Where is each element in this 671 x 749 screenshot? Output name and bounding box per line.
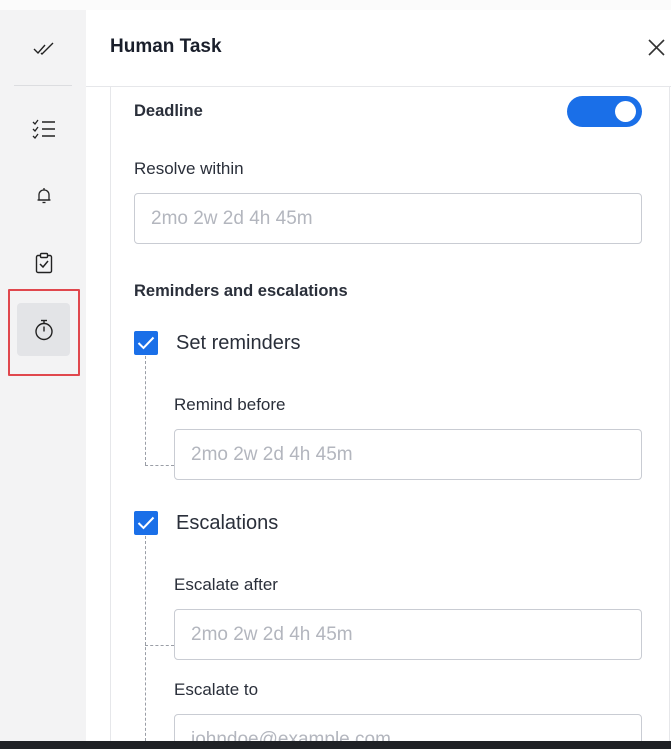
active-item-highlight	[8, 289, 80, 376]
reminder-connector-branch	[145, 465, 174, 466]
human-task-panel: Human Task Deadline Resolve within Remin…	[86, 10, 671, 741]
content-border-left	[110, 87, 111, 741]
reminders-section-label: Reminders and escalations	[134, 282, 348, 300]
escalate-to-input[interactable]	[174, 714, 642, 741]
escalations-checkbox[interactable]	[134, 511, 158, 535]
rail-item-notifications[interactable]	[17, 169, 70, 222]
escalation-connector-line	[145, 536, 146, 741]
escalate-to-label: Escalate to	[174, 680, 259, 699]
bottom-bar	[0, 741, 671, 749]
panel-title: Human Task	[110, 36, 222, 57]
checkmark-icon	[137, 516, 155, 530]
resolve-within-input[interactable]	[134, 193, 642, 244]
rail-divider	[14, 85, 72, 86]
panel-header: Human Task	[86, 10, 671, 87]
set-reminders-label: Set reminders	[176, 332, 301, 354]
close-button[interactable]	[645, 36, 669, 60]
clipboard-check-icon	[35, 252, 52, 273]
rail-item-assignment[interactable]	[17, 236, 70, 289]
bell-icon	[37, 187, 50, 203]
rail-item-overview[interactable]	[17, 22, 70, 75]
remind-before-input[interactable]	[174, 429, 642, 480]
double-check-icon	[33, 42, 53, 55]
escalations-label: Escalations	[176, 512, 279, 534]
reminder-connector-line	[145, 356, 146, 465]
deadline-toggle[interactable]	[567, 96, 642, 127]
deadline-label: Deadline	[134, 102, 203, 120]
checklist-icon	[32, 119, 55, 139]
escalate-after-label: Escalate after	[174, 575, 278, 594]
top-strip	[0, 0, 671, 10]
rail-item-checklist[interactable]	[17, 102, 70, 155]
resolve-within-label: Resolve within	[134, 159, 244, 178]
content-border-right	[669, 87, 670, 741]
remind-before-label: Remind before	[174, 395, 286, 414]
toggle-knob	[615, 101, 636, 122]
checkmark-icon	[137, 336, 155, 350]
escalation-connector-branch	[145, 645, 174, 646]
close-icon	[648, 39, 665, 56]
escalate-after-input[interactable]	[174, 609, 642, 660]
set-reminders-checkbox[interactable]	[134, 331, 158, 355]
